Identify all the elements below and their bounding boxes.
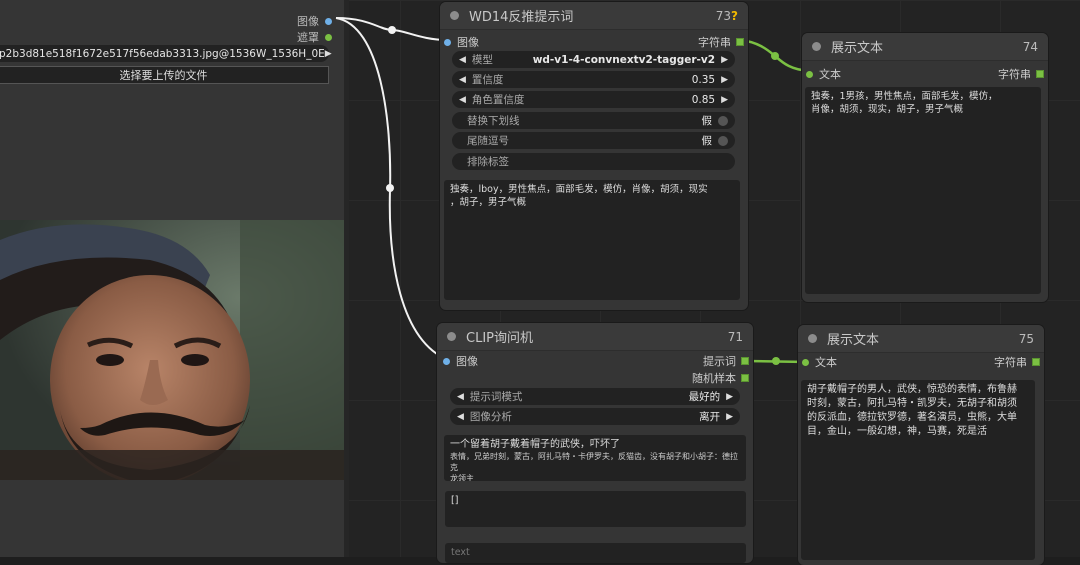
input-text-pin[interactable] xyxy=(806,70,813,78)
increment-arrow-icon[interactable]: ▶ xyxy=(721,95,728,105)
character-threshold-number[interactable]: ◀ 角色置信度 0.85 ▶ xyxy=(452,91,735,108)
prev-arrow-icon[interactable]: ◀ xyxy=(457,392,464,402)
show-text-node-74[interactable]: 展示文本 74 文本 字符串 独奏，1男孩，男性焦点，面部毛发，模仿， 肖像，胡… xyxy=(802,33,1048,302)
input-text-slot[interactable]: 文本 xyxy=(806,66,841,82)
increment-arrow-icon[interactable]: ▶ xyxy=(721,75,728,85)
random-sample-text-area[interactable]: [] xyxy=(445,491,746,527)
node-id: 74 xyxy=(1022,39,1038,54)
threshold-number[interactable]: ◀ 置信度 0.35 ▶ xyxy=(452,71,735,88)
node-title-bar[interactable]: WD14反推提示词 73? xyxy=(440,2,748,30)
output-string-pin[interactable] xyxy=(1036,70,1044,78)
output-string-slot[interactable]: 字符串 xyxy=(998,66,1044,82)
input-image-slot[interactable]: 图像 xyxy=(443,353,478,369)
collapse-dot-icon[interactable] xyxy=(450,11,459,20)
input-image-slot[interactable]: 图像 xyxy=(444,34,479,50)
collapse-dot-icon[interactable] xyxy=(812,42,821,51)
output-prompt-slot[interactable]: 提示词 xyxy=(703,353,749,369)
node-title-bar[interactable]: 展示文本 75 xyxy=(798,325,1044,353)
reroute-dot xyxy=(772,357,780,365)
input-image-pin[interactable] xyxy=(443,357,450,365)
node-title-bar[interactable]: CLIP询问机 71 xyxy=(437,323,753,351)
reroute-dot xyxy=(388,26,396,34)
decrement-arrow-icon[interactable]: ◀ xyxy=(459,95,466,105)
output-sample-slot[interactable]: 随机样本 xyxy=(692,370,749,386)
collapse-dot-icon[interactable] xyxy=(447,332,456,341)
decrement-arrow-icon[interactable]: ◀ xyxy=(459,75,466,85)
prev-arrow-icon[interactable]: ◀ xyxy=(457,412,464,422)
clip-interrogator-node[interactable]: CLIP询问机 71 图像 提示词 随机样本 ◀ 提示词模式 最好的 ▶ ◀ 图… xyxy=(437,323,753,563)
node-title-bar[interactable]: 展示文本 74 xyxy=(802,33,1048,61)
output-string-slot[interactable]: 字符串 xyxy=(698,34,744,50)
toggle-knob xyxy=(718,135,728,146)
next-arrow-icon[interactable]: ▶ xyxy=(726,412,733,422)
replace-underscore-toggle[interactable]: 替换下划线 假 xyxy=(452,112,735,129)
collapse-dot-icon[interactable] xyxy=(808,334,817,343)
image-analysis-combo[interactable]: ◀ 图像分析 离开 ▶ xyxy=(450,408,740,425)
text-input-area[interactable]: text xyxy=(445,543,746,563)
input-text-slot[interactable]: 文本 xyxy=(802,354,837,370)
tags-output-text[interactable]: 独奏，lboy，男性焦点，面部毛发，模仿，肖像，胡须，现实 ，胡子，男子气概 xyxy=(444,180,740,300)
next-arrow-icon[interactable]: ▶ xyxy=(726,392,733,402)
output-prompt-pin[interactable] xyxy=(741,357,749,365)
trailing-comma-toggle[interactable]: 尾随逗号 假 xyxy=(452,132,735,149)
output-string-slot[interactable]: 字符串 xyxy=(994,354,1040,370)
wd14-tagger-node[interactable]: WD14反推提示词 73? 图像 字符串 ◀ 模型 wd-v1-4-convne… xyxy=(440,2,748,310)
input-text-pin[interactable] xyxy=(802,358,809,366)
node-title: CLIP询问机 xyxy=(466,331,533,346)
output-string-pin[interactable] xyxy=(1032,358,1040,366)
display-text-area[interactable]: 独奏，1男孩，男性焦点，面部毛发，模仿， 肖像，胡须，现实，胡子，男子气概 xyxy=(805,87,1041,294)
reroute-dot xyxy=(771,52,779,60)
node-title: 展示文本 xyxy=(827,333,880,348)
prompt-text-area[interactable]: 一个留着胡子戴着帽子的武侠，吓坏了 表情，兄弟时刻，蒙古，阿扎马特・卡伊罗夫，反… xyxy=(444,435,746,481)
node-id: 71 xyxy=(727,329,743,344)
node-title: WD14反推提示词 xyxy=(469,10,574,25)
next-arrow-icon[interactable]: ▶ xyxy=(721,55,728,65)
reroute-dot xyxy=(386,184,394,192)
output-string-pin[interactable] xyxy=(736,38,744,46)
input-image-pin[interactable] xyxy=(444,38,451,46)
output-sample-pin[interactable] xyxy=(741,374,749,382)
show-text-node-75[interactable]: 展示文本 75 文本 字符串 胡子戴帽子的男人，武侠，惊恐的表情，布鲁赫 时刻，… xyxy=(798,325,1044,565)
node-title: 展示文本 xyxy=(831,41,884,56)
node-id: 73? xyxy=(715,8,738,23)
node-id: 75 xyxy=(1018,331,1034,346)
display-text-area[interactable]: 胡子戴帽子的男人，武侠，惊恐的表情，布鲁赫 时刻，蒙古，阿扎马特・凯罗夫，无胡子… xyxy=(801,380,1035,560)
model-combo[interactable]: ◀ 模型 wd-v1-4-convnextv2-tagger-v2 ▶ xyxy=(452,51,735,68)
prev-arrow-icon[interactable]: ◀ xyxy=(459,55,466,65)
prompt-mode-combo[interactable]: ◀ 提示词模式 最好的 ▶ xyxy=(450,388,740,405)
toggle-knob xyxy=(718,115,728,126)
exclude-tags-input[interactable]: 排除标签 xyxy=(452,153,735,170)
